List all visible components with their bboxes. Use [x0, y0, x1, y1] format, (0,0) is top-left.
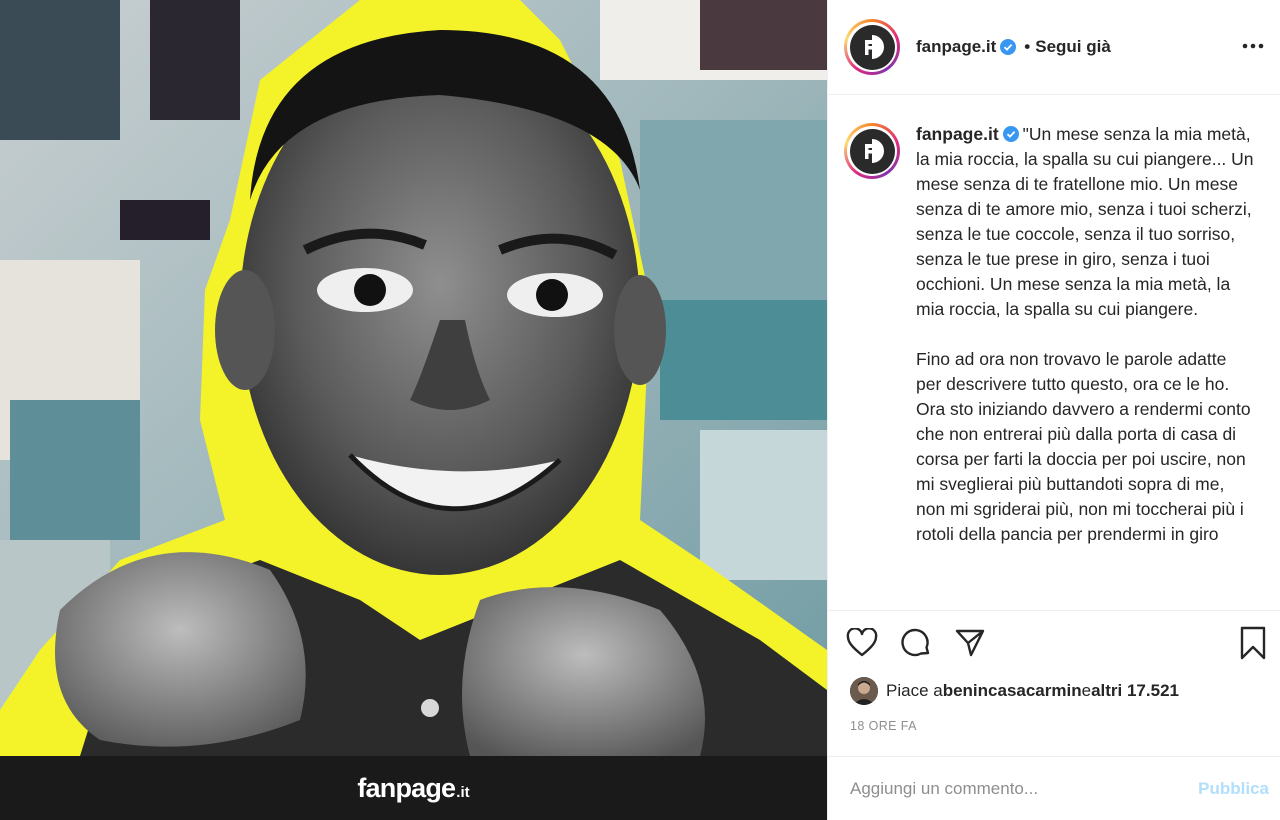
- caption-username[interactable]: fanpage.it: [916, 124, 999, 144]
- likes-conjunction: e: [1081, 681, 1092, 700]
- post-header: fanpage.it • Segui già: [828, 0, 1280, 95]
- verified-badge-icon: [1002, 126, 1019, 142]
- watermark-bar: fanpage .it: [0, 756, 827, 820]
- fanpage-logo-icon: [865, 139, 884, 163]
- bookmark-icon[interactable]: [1235, 625, 1271, 661]
- caption-text: fanpage.it "Un mese senza la mia metà, la…: [916, 122, 1256, 547]
- likes-prefix: Piace a: [886, 681, 943, 700]
- header-separator: •: [1024, 37, 1031, 56]
- post-panel: fanpage.it • Segui già fanpage.it "Un me…: [827, 0, 1280, 820]
- watermark-suffix: .it: [456, 783, 470, 801]
- caption-body: "Un mese senza la mia metà, la mia rocci…: [916, 124, 1254, 544]
- caption-row: fanpage.it "Un mese senza la mia metà, la…: [844, 122, 1265, 547]
- liker-avatar[interactable]: [850, 677, 878, 705]
- share-icon[interactable]: [952, 625, 988, 661]
- comment-input[interactable]: [850, 778, 1199, 799]
- liker-username[interactable]: benincasacarmin: [943, 681, 1082, 701]
- following-button[interactable]: Segui già: [1035, 37, 1111, 57]
- header-username[interactable]: fanpage.it: [916, 37, 996, 57]
- profile-avatar[interactable]: [844, 19, 900, 75]
- comment-icon[interactable]: [898, 625, 934, 661]
- post-timestamp[interactable]: 18 ORE FA: [850, 719, 917, 733]
- verified-badge-icon: [1000, 39, 1017, 55]
- comment-bar: Pubblica: [828, 756, 1280, 820]
- likes-summary[interactable]: Piace a benincasacarmin e altri 17.521: [850, 677, 1179, 705]
- heart-icon[interactable]: [844, 625, 880, 661]
- caption-avatar[interactable]: [844, 123, 900, 179]
- watermark-logo: fanpage: [357, 772, 456, 803]
- caption-scroll[interactable]: fanpage.it "Un mese senza la mia metà, la…: [828, 96, 1280, 610]
- post-photo: [0, 0, 827, 756]
- likes-others[interactable]: altri 17.521: [1091, 681, 1179, 701]
- post-actions: Piace a benincasacarmin e altri 17.521 1…: [828, 610, 1280, 756]
- more-horizontal-icon[interactable]: [1241, 34, 1265, 58]
- post-media[interactable]: fanpage .it: [0, 0, 827, 820]
- fanpage-logo-icon: [865, 35, 884, 59]
- publish-button[interactable]: Pubblica: [1198, 779, 1269, 799]
